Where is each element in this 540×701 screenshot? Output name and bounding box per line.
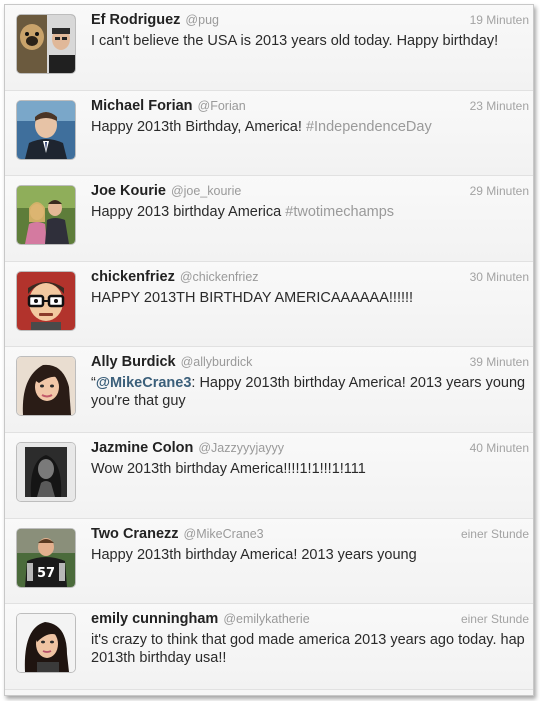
user-name[interactable]: Michael Forian @Forian — [91, 98, 246, 114]
hashtag-link[interactable]: #IndependenceDay — [306, 119, 432, 135]
user-name[interactable]: emily cunningham @emilykatherie — [91, 611, 310, 627]
timestamp[interactable]: 23 Minuten — [470, 99, 529, 113]
timestamp[interactable]: einer Stunde — [461, 612, 529, 626]
tweet-item[interactable]: Ally Burdick @allyburdick 39 Minuten “@Mi… — [5, 347, 533, 433]
timestamp[interactable]: 19 Minuten — [470, 13, 529, 27]
user-handle[interactable]: @allyburdick — [181, 355, 253, 369]
user-name[interactable]: Two Cranezz @MikeCrane3 — [91, 526, 264, 542]
tweet-text: Happy 2013 birthday America #twotimecham… — [91, 204, 395, 221]
tweet-text: Wow 2013th birthday America!!!!1!1!!!1!1… — [91, 460, 366, 477]
user-handle[interactable]: @Forian — [198, 99, 246, 113]
girl-selfie-avatar-icon — [17, 357, 75, 416]
avatar[interactable] — [17, 271, 75, 330]
tweet-item[interactable]: chickenfriez @chickenfriez 30 Minuten HAP… — [5, 261, 533, 348]
tweet-text: Happy 2013th Birthday, America! #Indepen… — [91, 118, 432, 135]
avatar[interactable] — [17, 186, 75, 245]
avatar[interactable] — [17, 100, 75, 159]
tweet-text: Happy 2013th birthday America! 2013 year… — [91, 546, 417, 563]
user-handle[interactable]: @MikeCrane3 — [184, 527, 264, 541]
avatar[interactable] — [17, 15, 75, 73]
tweet-item[interactable]: 57 Two Cranezz @MikeCrane3 einer Stunde H… — [5, 518, 533, 605]
svg-text:57: 57 — [37, 566, 55, 581]
tweet-timeline: Ef Rodriguez @pug 19 Minuten I can't beli… — [4, 4, 534, 696]
timestamp[interactable]: einer Stunde — [461, 527, 529, 541]
tweet-item[interactable]: Ef Rodriguez @pug 19 Minuten I can't beli… — [5, 5, 533, 91]
user-handle[interactable]: @emilykatherie — [223, 612, 309, 626]
couple-photo-avatar-icon — [17, 186, 75, 245]
timestamp[interactable]: 40 Minuten — [470, 441, 529, 455]
user-name[interactable]: Ef Rodriguez @pug — [91, 12, 219, 28]
tweet-text: it's crazy to think that god made americ… — [91, 632, 525, 667]
user-handle[interactable]: @Jazzyyyjayyy — [198, 441, 284, 455]
avatar[interactable]: 57 — [17, 528, 75, 587]
hashtag-link[interactable]: #twotimechamps — [285, 204, 394, 220]
user-name[interactable]: Joe Kourie @joe_kourie — [91, 183, 241, 199]
tweet-text: HAPPY 2013TH BIRTHDAY AMERICAAAAAA!!!!!! — [91, 289, 414, 306]
avatar[interactable] — [17, 442, 75, 501]
user-handle[interactable]: @joe_kourie — [171, 184, 241, 198]
timestamp[interactable]: 39 Minuten — [470, 355, 529, 369]
cartoon-glasses-avatar-icon — [17, 271, 75, 330]
user-handle[interactable]: @chickenfriez — [180, 270, 259, 284]
user-name[interactable]: Ally Burdick @allyburdick — [91, 354, 252, 370]
avatar[interactable] — [17, 614, 75, 673]
man-in-suit-avatar-icon — [17, 100, 75, 159]
user-name[interactable]: chickenfriez @chickenfriez — [91, 269, 259, 285]
girl-portrait-avatar-icon — [17, 614, 75, 673]
tweet-item[interactable]: Joe Kourie @joe_kourie 29 Minuten Happy 2… — [5, 176, 533, 262]
tweet-item[interactable]: emily cunningham @emilykatherie einer Stu… — [5, 604, 533, 690]
timestamp[interactable]: 30 Minuten — [470, 270, 529, 284]
mention-link[interactable]: @MikeCrane3 — [96, 375, 192, 391]
avatar[interactable] — [17, 357, 75, 416]
timestamp[interactable]: 29 Minuten — [470, 184, 529, 198]
user-handle[interactable]: @pug — [185, 13, 219, 27]
user-name[interactable]: Jazmine Colon @Jazzyyyjayyy — [91, 440, 284, 456]
dark-portrait-avatar-icon — [17, 442, 75, 501]
pug-and-man-avatar-icon — [17, 15, 75, 73]
tweet-text: “@MikeCrane3: Happy 2013th birthday Amer… — [91, 375, 526, 410]
football-player-avatar-icon: 57 — [17, 528, 75, 587]
tweet-item[interactable]: Michael Forian @Forian 23 Minuten Happy 2… — [5, 90, 533, 177]
tweet-item[interactable]: Jazmine Colon @Jazzyyyjayyy 40 Minuten Wo… — [5, 432, 533, 519]
tweet-text: I can't believe the USA is 2013 years ol… — [91, 33, 499, 49]
